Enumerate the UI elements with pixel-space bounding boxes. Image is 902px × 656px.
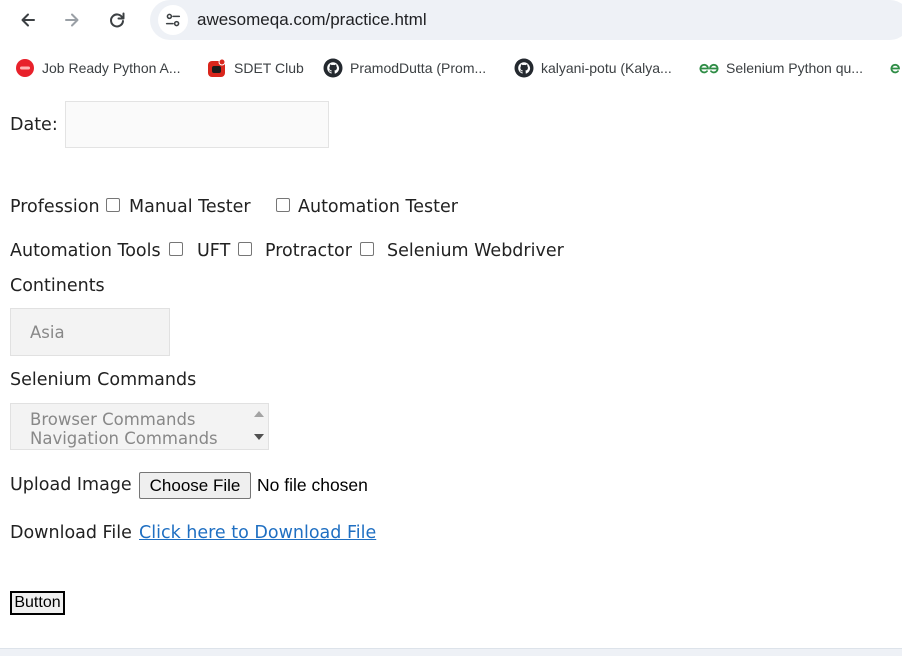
- bookmark-label: Job Ready Python A...: [42, 60, 181, 76]
- browser-toolbar: awesomeqa.com/practice.html: [0, 0, 902, 42]
- file-status-text: No file chosen: [257, 475, 368, 495]
- selenium-commands-listbox[interactable]: Browser Commands Navigation Commands: [10, 403, 269, 450]
- red-circle-logo-icon: [15, 58, 35, 78]
- protractor-checkbox[interactable]: [238, 242, 252, 256]
- download-file-link[interactable]: Click here to Download File: [139, 523, 376, 543]
- reload-icon: [110, 12, 125, 28]
- bookmarks-bar: Job Ready Python A... SDET Club PramodDu…: [0, 50, 902, 84]
- automation-tools-label: Automation Tools: [10, 241, 161, 261]
- command-option[interactable]: Browser Commands: [30, 410, 196, 429]
- continents-label: Continents: [10, 276, 105, 296]
- scroll-thumb[interactable]: [255, 421, 263, 430]
- tune-icon: [165, 13, 181, 27]
- choose-file-button[interactable]: Choose File: [139, 472, 251, 499]
- profession-label: Profession: [10, 197, 100, 217]
- bookmark-overflow[interactable]: [890, 57, 902, 79]
- button[interactable]: Button: [10, 591, 65, 615]
- bookmark-label: SDET Club: [234, 60, 304, 76]
- forward-arrow-icon: [65, 13, 79, 27]
- github-icon: [323, 58, 343, 78]
- bookmark-selenium-python[interactable]: Selenium Python qu...: [699, 57, 863, 79]
- geeksforgeeks-icon: [699, 58, 719, 78]
- upload-image-label: Upload Image: [10, 475, 132, 495]
- protractor-label: Protractor: [265, 241, 352, 261]
- command-option[interactable]: Navigation Commands: [30, 429, 218, 448]
- address-bar[interactable]: awesomeqa.com/practice.html: [150, 0, 902, 40]
- listbox-scrollbar[interactable]: [250, 404, 268, 449]
- forward-button[interactable]: [58, 6, 86, 34]
- red-app-icon: [207, 58, 227, 78]
- bottom-edge: [0, 648, 902, 656]
- bookmark-kalyani-potu[interactable]: kalyani-potu (Kalya...: [514, 57, 672, 79]
- selenium-webdriver-label: Selenium Webdriver: [387, 241, 564, 261]
- selenium-webdriver-checkbox[interactable]: [360, 242, 374, 256]
- bookmark-job-ready-python[interactable]: Job Ready Python A...: [15, 57, 181, 79]
- geeksforgeeks-icon: [890, 58, 902, 78]
- selenium-commands-label: Selenium Commands: [10, 370, 197, 390]
- date-input[interactable]: [65, 101, 329, 148]
- download-file-label: Download File: [10, 523, 132, 543]
- manual-tester-label: Manual Tester: [129, 197, 251, 217]
- uft-label: UFT: [197, 241, 231, 261]
- manual-tester-checkbox[interactable]: [106, 198, 120, 212]
- continents-selected-value: Asia: [30, 323, 65, 342]
- url-text[interactable]: awesomeqa.com/practice.html: [197, 10, 427, 30]
- reload-button[interactable]: [103, 6, 131, 34]
- date-label: Date:: [10, 115, 58, 135]
- scroll-up-arrow-icon[interactable]: [254, 411, 264, 417]
- uft-checkbox[interactable]: [169, 242, 183, 256]
- back-arrow-icon: [21, 13, 35, 27]
- automation-tester-label: Automation Tester: [298, 197, 458, 217]
- bookmark-label: Selenium Python qu...: [726, 60, 863, 76]
- bookmark-sdet-club[interactable]: SDET Club: [207, 57, 304, 79]
- scroll-down-arrow-icon[interactable]: [254, 434, 264, 440]
- back-button[interactable]: [14, 6, 42, 34]
- automation-tester-checkbox[interactable]: [276, 198, 290, 212]
- continents-select[interactable]: Asia: [10, 308, 170, 356]
- github-icon: [514, 58, 534, 78]
- bookmark-label: PramodDutta (Prom...: [350, 60, 487, 76]
- site-info-button[interactable]: [158, 5, 188, 35]
- bookmark-pramoddutta[interactable]: PramodDutta (Prom...: [323, 57, 486, 79]
- bookmark-label: kalyani-potu (Kalya...: [541, 60, 672, 76]
- page-content: Date: Profession Manual Tester Automatio…: [0, 86, 902, 656]
